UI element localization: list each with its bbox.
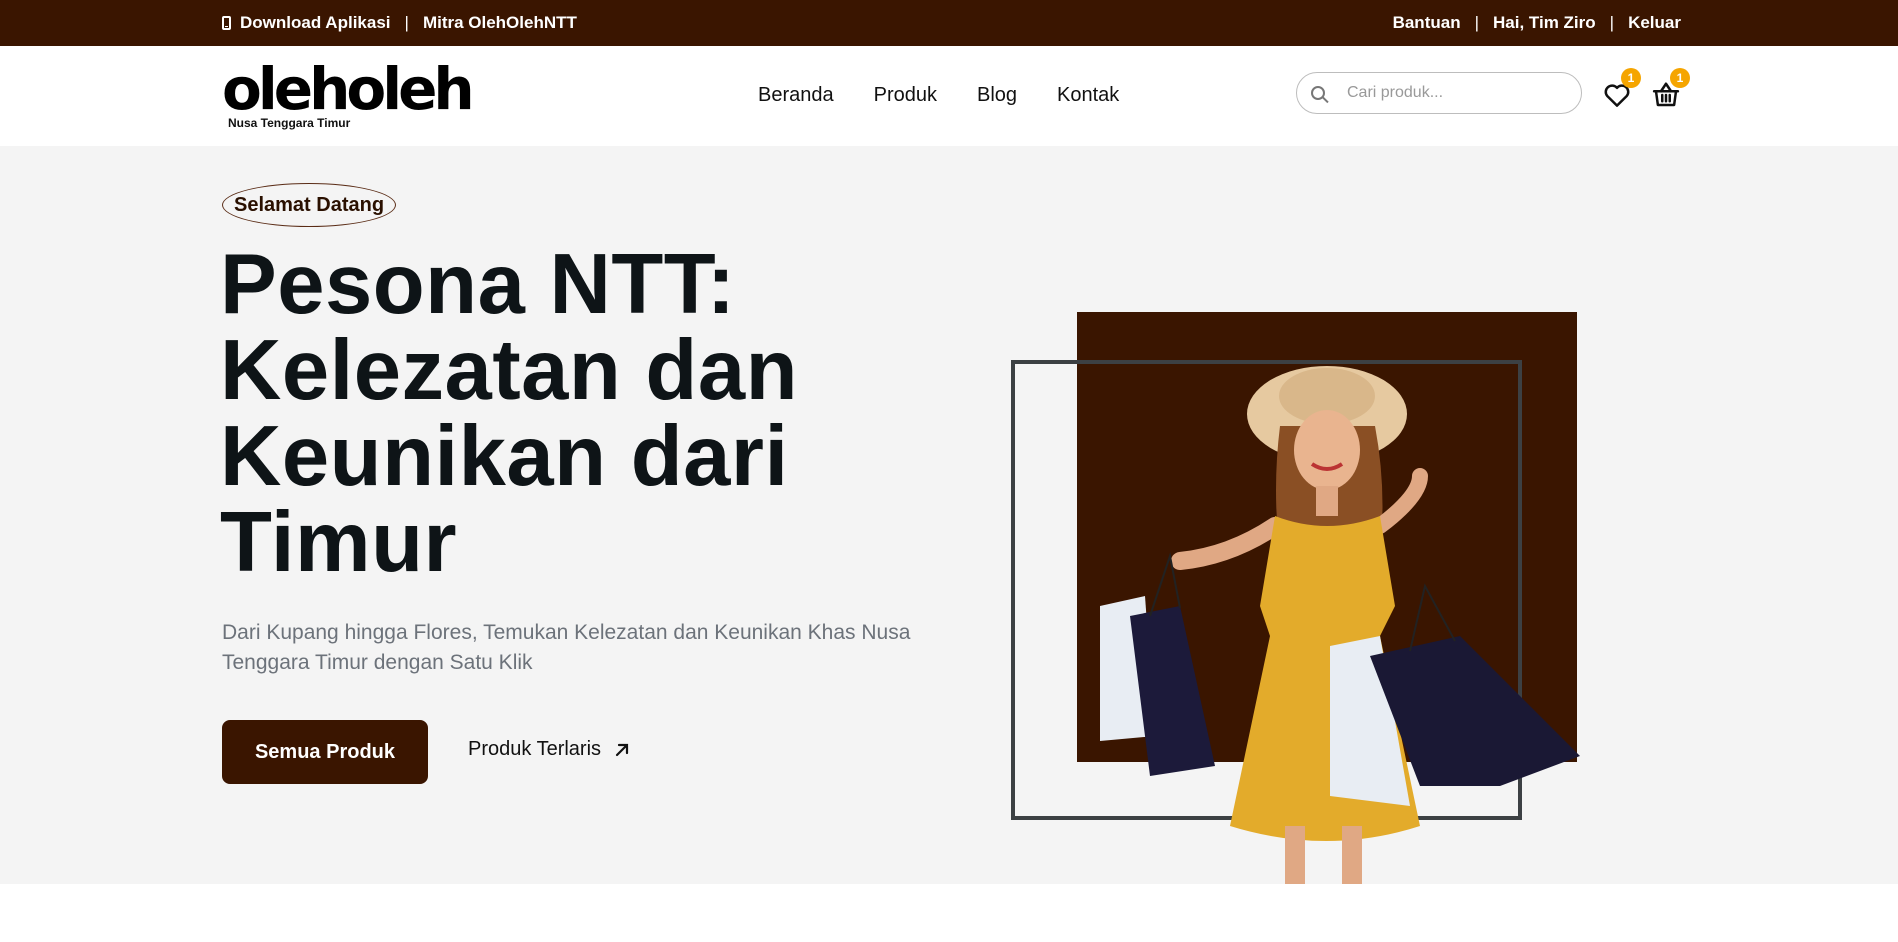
bestseller-link-label: Produk Terlaris [468, 738, 602, 760]
top-bar-separator: | [1609, 13, 1615, 32]
download-app-label: Download Aplikasi [240, 13, 391, 32]
main-header: oleholeh Nusa Tenggara Timur Beranda Pro… [0, 46, 1898, 146]
partner-link[interactable]: Mitra OlehOlehNTT [423, 13, 577, 33]
wishlist-count-badge: 1 [1621, 68, 1641, 88]
help-link[interactable]: Bantuan [1393, 13, 1461, 33]
wishlist-button[interactable]: 1 [1602, 68, 1641, 110]
main-nav: Beranda Produk Blog Kontak [758, 84, 1119, 107]
hero-model-image [1100, 366, 1580, 896]
logout-link[interactable]: Keluar [1628, 13, 1681, 33]
welcome-badge: Selamat Datang [222, 183, 397, 227]
phone-icon [222, 16, 231, 30]
site-logo[interactable]: oleholeh Nusa Tenggara Timur [222, 55, 475, 130]
top-bar: Download Aplikasi | Mitra OlehOlehNTT Ba… [0, 0, 1898, 46]
search-box [1296, 72, 1582, 114]
top-bar-separator: | [1474, 13, 1479, 32]
nav-item-blog[interactable]: Blog [977, 84, 1017, 107]
search-icon[interactable] [1311, 86, 1325, 100]
page-section-below [0, 884, 1898, 942]
account-greeting-link[interactable]: Hai, Tim Ziro [1493, 13, 1596, 33]
hero-title: Pesona NTT: Kelezatan dan Keunikan dari … [220, 237, 799, 590]
arrow-up-right-icon [615, 743, 629, 756]
cart-button[interactable]: 1 [1651, 68, 1690, 110]
nav-item-produk[interactable]: Produk [874, 84, 937, 107]
hero-section: Selamat Datang Pesona NTT: Kelezatan dan… [0, 146, 1898, 896]
cart-count-badge: 1 [1670, 68, 1690, 88]
top-bar-separator: | [404, 13, 409, 32]
nav-item-beranda[interactable]: Beranda [758, 84, 834, 107]
all-products-button[interactable]: Semua Produk [222, 720, 428, 784]
hero-description: Dari Kupang hingga Flores, Temukan Kelez… [222, 621, 911, 674]
nav-item-kontak[interactable]: Kontak [1057, 84, 1119, 107]
logo-wordmark: oleholeh [222, 55, 475, 123]
bestseller-link[interactable]: Produk Terlaris [468, 738, 631, 761]
download-app-link[interactable]: Download Aplikasi [222, 13, 391, 33]
search-input[interactable] [1345, 83, 1569, 103]
